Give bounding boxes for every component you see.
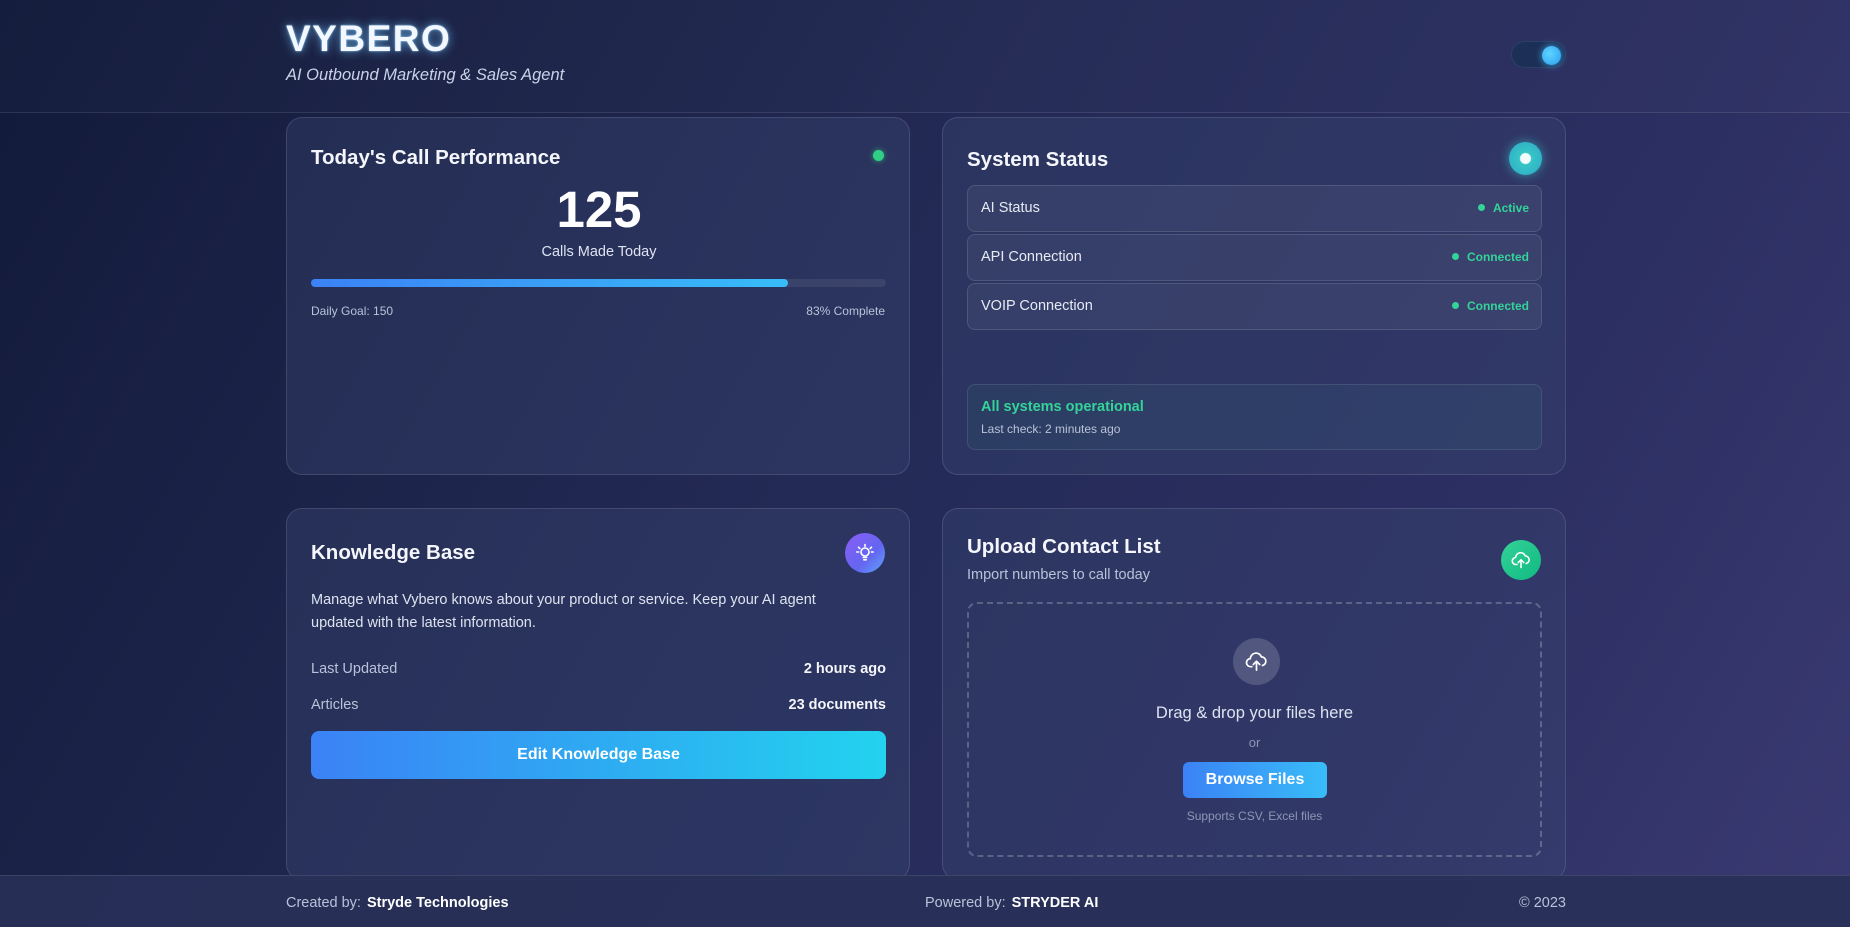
call-performance-title: Today's Call Performance bbox=[311, 146, 561, 169]
knowledge-base-description: Manage what Vybero knows about your prod… bbox=[311, 592, 816, 631]
created-value: Stryde Technologies bbox=[366, 895, 509, 911]
last-check-text: Last check: 2 minutes ago bbox=[981, 422, 1121, 436]
last-updated-value: 2 hours ago bbox=[803, 661, 886, 677]
status-row-label: API Connection bbox=[981, 249, 1082, 265]
system-status-card: System Status AI Status Active API Conne… bbox=[942, 117, 1566, 475]
radio-circle-icon bbox=[1509, 142, 1542, 175]
status-dot-icon bbox=[1477, 204, 1485, 211]
daily-progress-fill bbox=[311, 279, 789, 287]
footer-powered-by: Powered by: STRYDER AI bbox=[925, 895, 1098, 911]
file-dropzone[interactable]: Drag & drop your files here or Browse Fi… bbox=[967, 602, 1542, 857]
status-value-text: Connected bbox=[1466, 250, 1529, 264]
upload-contact-list-card: Upload Contact List Import numbers to ca… bbox=[942, 508, 1566, 880]
status-row-voip: VOIP Connection Connected bbox=[967, 283, 1542, 330]
footer-created-by: Created by: Stryde Technologies bbox=[286, 895, 509, 911]
live-status-dot-icon bbox=[873, 150, 884, 161]
calls-label: Calls Made Today bbox=[541, 244, 657, 260]
brand-subtitle: AI Outbound Marketing & Sales Agent bbox=[286, 66, 565, 84]
articles-value: 23 documents bbox=[788, 697, 887, 713]
brand-title: VYBERO bbox=[286, 18, 452, 59]
supported-formats-note: Supports CSV, Excel files bbox=[1186, 809, 1323, 823]
knowledge-base-card: Knowledge Base Manage what Vybero knows … bbox=[286, 508, 910, 880]
status-row-value: Connected bbox=[1451, 299, 1529, 313]
cloud-upload-icon bbox=[1233, 638, 1280, 685]
dropzone-or: or bbox=[1248, 735, 1261, 750]
status-dot-icon bbox=[1451, 253, 1459, 260]
status-value-text: Connected bbox=[1466, 299, 1529, 313]
edit-knowledge-base-button[interactable]: Edit Knowledge Base bbox=[311, 731, 886, 779]
status-row-value: Active bbox=[1477, 201, 1529, 215]
app-header: VYBERO AI Outbound Marketing & Sales Age… bbox=[0, 0, 1850, 113]
systems-operational-banner: All systems operational Last check: 2 mi… bbox=[967, 384, 1542, 450]
status-row-value: Connected bbox=[1451, 250, 1529, 264]
articles-row: Articles 23 documents bbox=[311, 697, 886, 717]
status-dot-icon bbox=[1451, 302, 1459, 309]
ops-title: All systems operational bbox=[981, 399, 1144, 415]
upload-title: Upload Contact List bbox=[967, 535, 1161, 558]
browse-files-button[interactable]: Browse Files bbox=[1183, 762, 1327, 798]
percent-complete-label: 83% Complete bbox=[806, 304, 885, 318]
dropzone-title: Drag & drop your files here bbox=[1155, 704, 1354, 722]
app-footer: Created by: Stryde Technologies Powered b… bbox=[0, 875, 1850, 927]
theme-toggle[interactable] bbox=[1511, 41, 1566, 68]
status-row-label: VOIP Connection bbox=[981, 298, 1093, 314]
system-status-title: System Status bbox=[967, 148, 1109, 171]
upload-subtitle: Import numbers to call today bbox=[967, 567, 1150, 583]
status-value-text: Active bbox=[1492, 201, 1529, 215]
created-label: Created by: bbox=[286, 895, 361, 911]
last-updated-label: Last Updated bbox=[311, 661, 398, 677]
toggle-knob-icon bbox=[1542, 46, 1561, 65]
status-row-label: AI Status bbox=[981, 200, 1040, 216]
articles-label: Articles bbox=[311, 697, 359, 713]
powered-value: STRYDER AI bbox=[1011, 895, 1099, 911]
knowledge-base-title: Knowledge Base bbox=[311, 541, 476, 564]
footer-copyright: © 2023 bbox=[1519, 895, 1566, 911]
daily-progress-bar bbox=[311, 279, 886, 287]
call-performance-card: Today's Call Performance 125 Calls Made … bbox=[286, 117, 910, 475]
status-row-api: API Connection Connected bbox=[967, 234, 1542, 281]
cloud-upload-icon bbox=[1501, 540, 1541, 580]
powered-label: Powered by: bbox=[925, 895, 1006, 911]
daily-goal-label: Daily Goal: 150 bbox=[311, 304, 394, 318]
status-row-ai: AI Status Active bbox=[967, 185, 1542, 232]
lightbulb-icon bbox=[845, 533, 885, 573]
calls-count: 125 bbox=[556, 181, 642, 238]
last-updated-row: Last Updated 2 hours ago bbox=[311, 661, 886, 681]
